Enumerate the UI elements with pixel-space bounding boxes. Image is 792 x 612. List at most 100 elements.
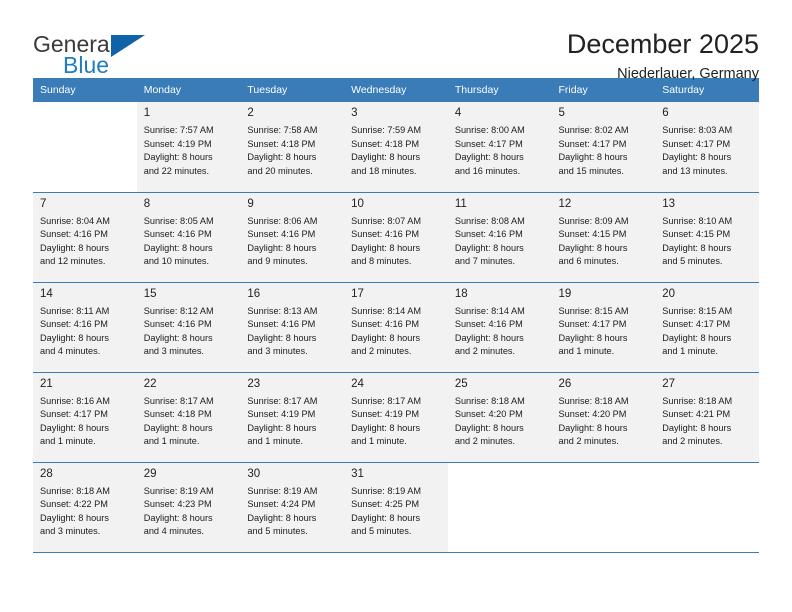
day-cell-content: 15 Sunrise: 8:12 AM Sunset: 4:16 PM Dayli… [136,282,241,372]
day-number: 19 [558,287,572,300]
calendar-day-cell[interactable]: 28 Sunrise: 8:18 AM Sunset: 4:22 PM Dayli… [33,462,137,553]
calendar-day-cell[interactable]: 1 Sunrise: 7:57 AM Sunset: 4:19 PM Daylig… [136,102,241,193]
day-cell-content: 13 Sunrise: 8:10 AM Sunset: 4:15 PM Dayli… [655,192,759,282]
day-cell-content: 19 Sunrise: 8:15 AM Sunset: 4:17 PM Dayli… [551,282,656,372]
calendar-day-cell[interactable]: 19 Sunrise: 8:15 AM Sunset: 4:17 PM Dayli… [551,282,656,373]
day-cell-content: 1 Sunrise: 7:57 AM Sunset: 4:19 PM Daylig… [136,102,241,191]
day-number: 18 [454,287,468,300]
calendar-day-cell[interactable]: 7 Sunrise: 8:04 AM Sunset: 4:16 PM Daylig… [33,192,137,283]
calendar-day-cell[interactable]: 23 Sunrise: 8:17 AM Sunset: 4:19 PM Dayli… [240,372,345,463]
sun-times-detail: Sunrise: 8:17 AM Sunset: 4:19 PM Dayligh… [351,395,422,447]
day-cell-content: 31 Sunrise: 8:19 AM Sunset: 4:25 PM Dayli… [344,462,448,552]
calendar-week-row: 28 Sunrise: 8:18 AM Sunset: 4:22 PM Dayli… [33,462,759,553]
sun-times-detail: Sunrise: 8:14 AM Sunset: 4:16 PM Dayligh… [454,305,525,357]
day-cell-content: 4 Sunrise: 8:00 AM Sunset: 4:17 PM Daylig… [447,102,552,191]
calendar-day-cell[interactable]: 3 Sunrise: 7:59 AM Sunset: 4:18 PM Daylig… [344,102,448,193]
day-cell-content: 5 Sunrise: 8:02 AM Sunset: 4:17 PM Daylig… [551,102,656,191]
calendar-day-cell[interactable]: 9 Sunrise: 8:06 AM Sunset: 4:16 PM Daylig… [240,192,345,283]
calendar-day-cell[interactable]: 26 Sunrise: 8:18 AM Sunset: 4:20 PM Dayli… [551,372,656,463]
day-number: 30 [247,467,261,480]
calendar-day-cell[interactable]: 4 Sunrise: 8:00 AM Sunset: 4:17 PM Daylig… [447,102,552,193]
calendar-day-cell[interactable]: 13 Sunrise: 8:10 AM Sunset: 4:15 PM Dayli… [655,192,759,283]
sun-times-detail: Sunrise: 8:03 AM Sunset: 4:17 PM Dayligh… [662,125,733,176]
calendar-day-cell[interactable]: 17 Sunrise: 8:14 AM Sunset: 4:16 PM Dayli… [344,282,448,373]
day-cell-content: 18 Sunrise: 8:14 AM Sunset: 4:16 PM Dayli… [447,282,552,372]
day-cell-content [33,102,137,191]
day-number: 12 [558,197,572,210]
sun-times-detail: Sunrise: 8:06 AM Sunset: 4:16 PM Dayligh… [247,215,318,267]
calendar-page: General Blue December 2025 Niederlauer, … [0,0,792,612]
calendar-day-cell[interactable]: 24 Sunrise: 8:17 AM Sunset: 4:19 PM Dayli… [344,372,448,463]
day-number: 25 [454,377,468,390]
day-number: 31 [351,467,364,480]
calendar-day-cell[interactable]: 22 Sunrise: 8:17 AM Sunset: 4:18 PM Dayli… [136,372,241,463]
weekday-header-tuesday: Tuesday [240,78,345,102]
day-cell-content [448,463,552,552]
calendar-day-cell[interactable]: 21 Sunrise: 8:16 AM Sunset: 4:17 PM Dayli… [33,372,137,463]
sun-times-detail: Sunrise: 8:18 AM Sunset: 4:22 PM Dayligh… [40,485,110,537]
title-block: December 2025 Niederlauer, Germany [567,26,759,84]
calendar-day-cell[interactable]: 5 Sunrise: 8:02 AM Sunset: 4:17 PM Daylig… [551,102,656,193]
sun-times-detail: Sunrise: 7:59 AM Sunset: 4:18 PM Dayligh… [351,125,422,176]
calendar-day-cell[interactable]: 29 Sunrise: 8:19 AM Sunset: 4:23 PM Dayli… [136,462,241,553]
calendar-day-cell-empty [33,102,137,193]
sun-times-detail: Sunrise: 7:57 AM Sunset: 4:19 PM Dayligh… [143,125,214,176]
sun-times-detail: Sunrise: 8:08 AM Sunset: 4:16 PM Dayligh… [454,215,525,267]
day-number: 8 [143,197,151,210]
day-cell-content: 6 Sunrise: 8:03 AM Sunset: 4:17 PM Daylig… [655,102,759,191]
sun-times-detail: Sunrise: 8:17 AM Sunset: 4:18 PM Dayligh… [143,395,214,447]
day-cell-content: 25 Sunrise: 8:18 AM Sunset: 4:20 PM Dayli… [447,372,552,462]
calendar-day-cell[interactable]: 15 Sunrise: 8:12 AM Sunset: 4:16 PM Dayli… [136,282,241,373]
day-cell-content: 7 Sunrise: 8:04 AM Sunset: 4:16 PM Daylig… [33,192,137,282]
calendar-day-cell[interactable]: 11 Sunrise: 8:08 AM Sunset: 4:16 PM Dayli… [447,192,552,283]
calendar-day-cell[interactable]: 14 Sunrise: 8:11 AM Sunset: 4:16 PM Dayli… [33,282,137,373]
day-number: 17 [351,287,364,300]
calendar-day-cell[interactable]: 2 Sunrise: 7:58 AM Sunset: 4:18 PM Daylig… [240,102,345,193]
day-cell-content: 16 Sunrise: 8:13 AM Sunset: 4:16 PM Dayli… [240,282,345,372]
sun-times-detail: Sunrise: 8:00 AM Sunset: 4:17 PM Dayligh… [454,125,525,176]
day-number: 5 [558,107,565,119]
calendar-day-cell[interactable]: 27 Sunrise: 8:18 AM Sunset: 4:21 PM Dayli… [655,372,759,463]
sun-times-detail: Sunrise: 8:15 AM Sunset: 4:17 PM Dayligh… [558,305,629,357]
day-cell-content: 10 Sunrise: 8:07 AM Sunset: 4:16 PM Dayli… [344,192,448,282]
calendar-day-cell[interactable]: 20 Sunrise: 8:15 AM Sunset: 4:17 PM Dayli… [655,282,759,373]
calendar-week-row: 14 Sunrise: 8:11 AM Sunset: 4:16 PM Dayli… [33,282,759,373]
day-number: 13 [662,197,676,210]
calendar-day-cell[interactable]: 25 Sunrise: 8:18 AM Sunset: 4:20 PM Dayli… [447,372,552,463]
sun-times-detail: Sunrise: 8:10 AM Sunset: 4:15 PM Dayligh… [662,215,733,267]
calendar-day-cell[interactable]: 8 Sunrise: 8:05 AM Sunset: 4:16 PM Daylig… [136,192,241,283]
day-cell-content: 22 Sunrise: 8:17 AM Sunset: 4:18 PM Dayli… [136,372,241,462]
calendar-day-cell[interactable]: 12 Sunrise: 8:09 AM Sunset: 4:15 PM Dayli… [551,192,656,283]
day-cell-content: 9 Sunrise: 8:06 AM Sunset: 4:16 PM Daylig… [240,192,345,282]
calendar-day-cell[interactable]: 30 Sunrise: 8:19 AM Sunset: 4:24 PM Dayli… [240,462,345,553]
sun-times-detail: Sunrise: 8:17 AM Sunset: 4:19 PM Dayligh… [247,395,318,447]
sun-times-detail: Sunrise: 8:15 AM Sunset: 4:17 PM Dayligh… [662,305,733,357]
day-cell-content [655,463,759,552]
sun-times-detail: Sunrise: 8:19 AM Sunset: 4:25 PM Dayligh… [351,485,422,537]
calendar-week-row: 1 Sunrise: 7:57 AM Sunset: 4:19 PM Daylig… [33,102,759,193]
day-number: 2 [247,107,254,119]
day-number: 21 [40,377,53,390]
day-cell-content: 24 Sunrise: 8:17 AM Sunset: 4:19 PM Dayli… [344,372,448,462]
day-number: 20 [662,287,676,300]
sun-times-detail: Sunrise: 8:19 AM Sunset: 4:24 PM Dayligh… [247,485,318,537]
day-number: 14 [40,287,53,300]
day-number: 28 [40,467,53,480]
calendar-day-cell[interactable]: 18 Sunrise: 8:14 AM Sunset: 4:16 PM Dayli… [447,282,552,373]
day-cell-content: 11 Sunrise: 8:08 AM Sunset: 4:16 PM Dayli… [447,192,552,282]
calendar-day-cell[interactable]: 6 Sunrise: 8:03 AM Sunset: 4:17 PM Daylig… [655,102,759,193]
calendar-day-cell[interactable]: 16 Sunrise: 8:13 AM Sunset: 4:16 PM Dayli… [240,282,345,373]
calendar-day-cell[interactable]: 31 Sunrise: 8:19 AM Sunset: 4:25 PM Dayli… [344,462,448,553]
page-header: General Blue December 2025 Niederlauer, … [0,0,792,82]
sun-times-detail: Sunrise: 8:09 AM Sunset: 4:15 PM Dayligh… [558,215,629,267]
calendar-day-cell-empty [655,462,759,553]
logo-text-blue: Blue [63,52,110,78]
sun-times-detail: Sunrise: 8:18 AM Sunset: 4:20 PM Dayligh… [558,395,629,447]
calendar-day-cell[interactable]: 10 Sunrise: 8:07 AM Sunset: 4:16 PM Dayli… [344,192,448,283]
sun-times-detail: Sunrise: 8:19 AM Sunset: 4:23 PM Dayligh… [143,485,214,537]
day-cell-content: 2 Sunrise: 7:58 AM Sunset: 4:18 PM Daylig… [240,102,345,191]
day-cell-content: 17 Sunrise: 8:14 AM Sunset: 4:16 PM Dayli… [344,282,448,372]
general-blue-logo[interactable]: General Blue [33,26,173,80]
page-subtitle: Niederlauer, Germany [617,66,759,82]
day-number: 6 [662,107,669,119]
